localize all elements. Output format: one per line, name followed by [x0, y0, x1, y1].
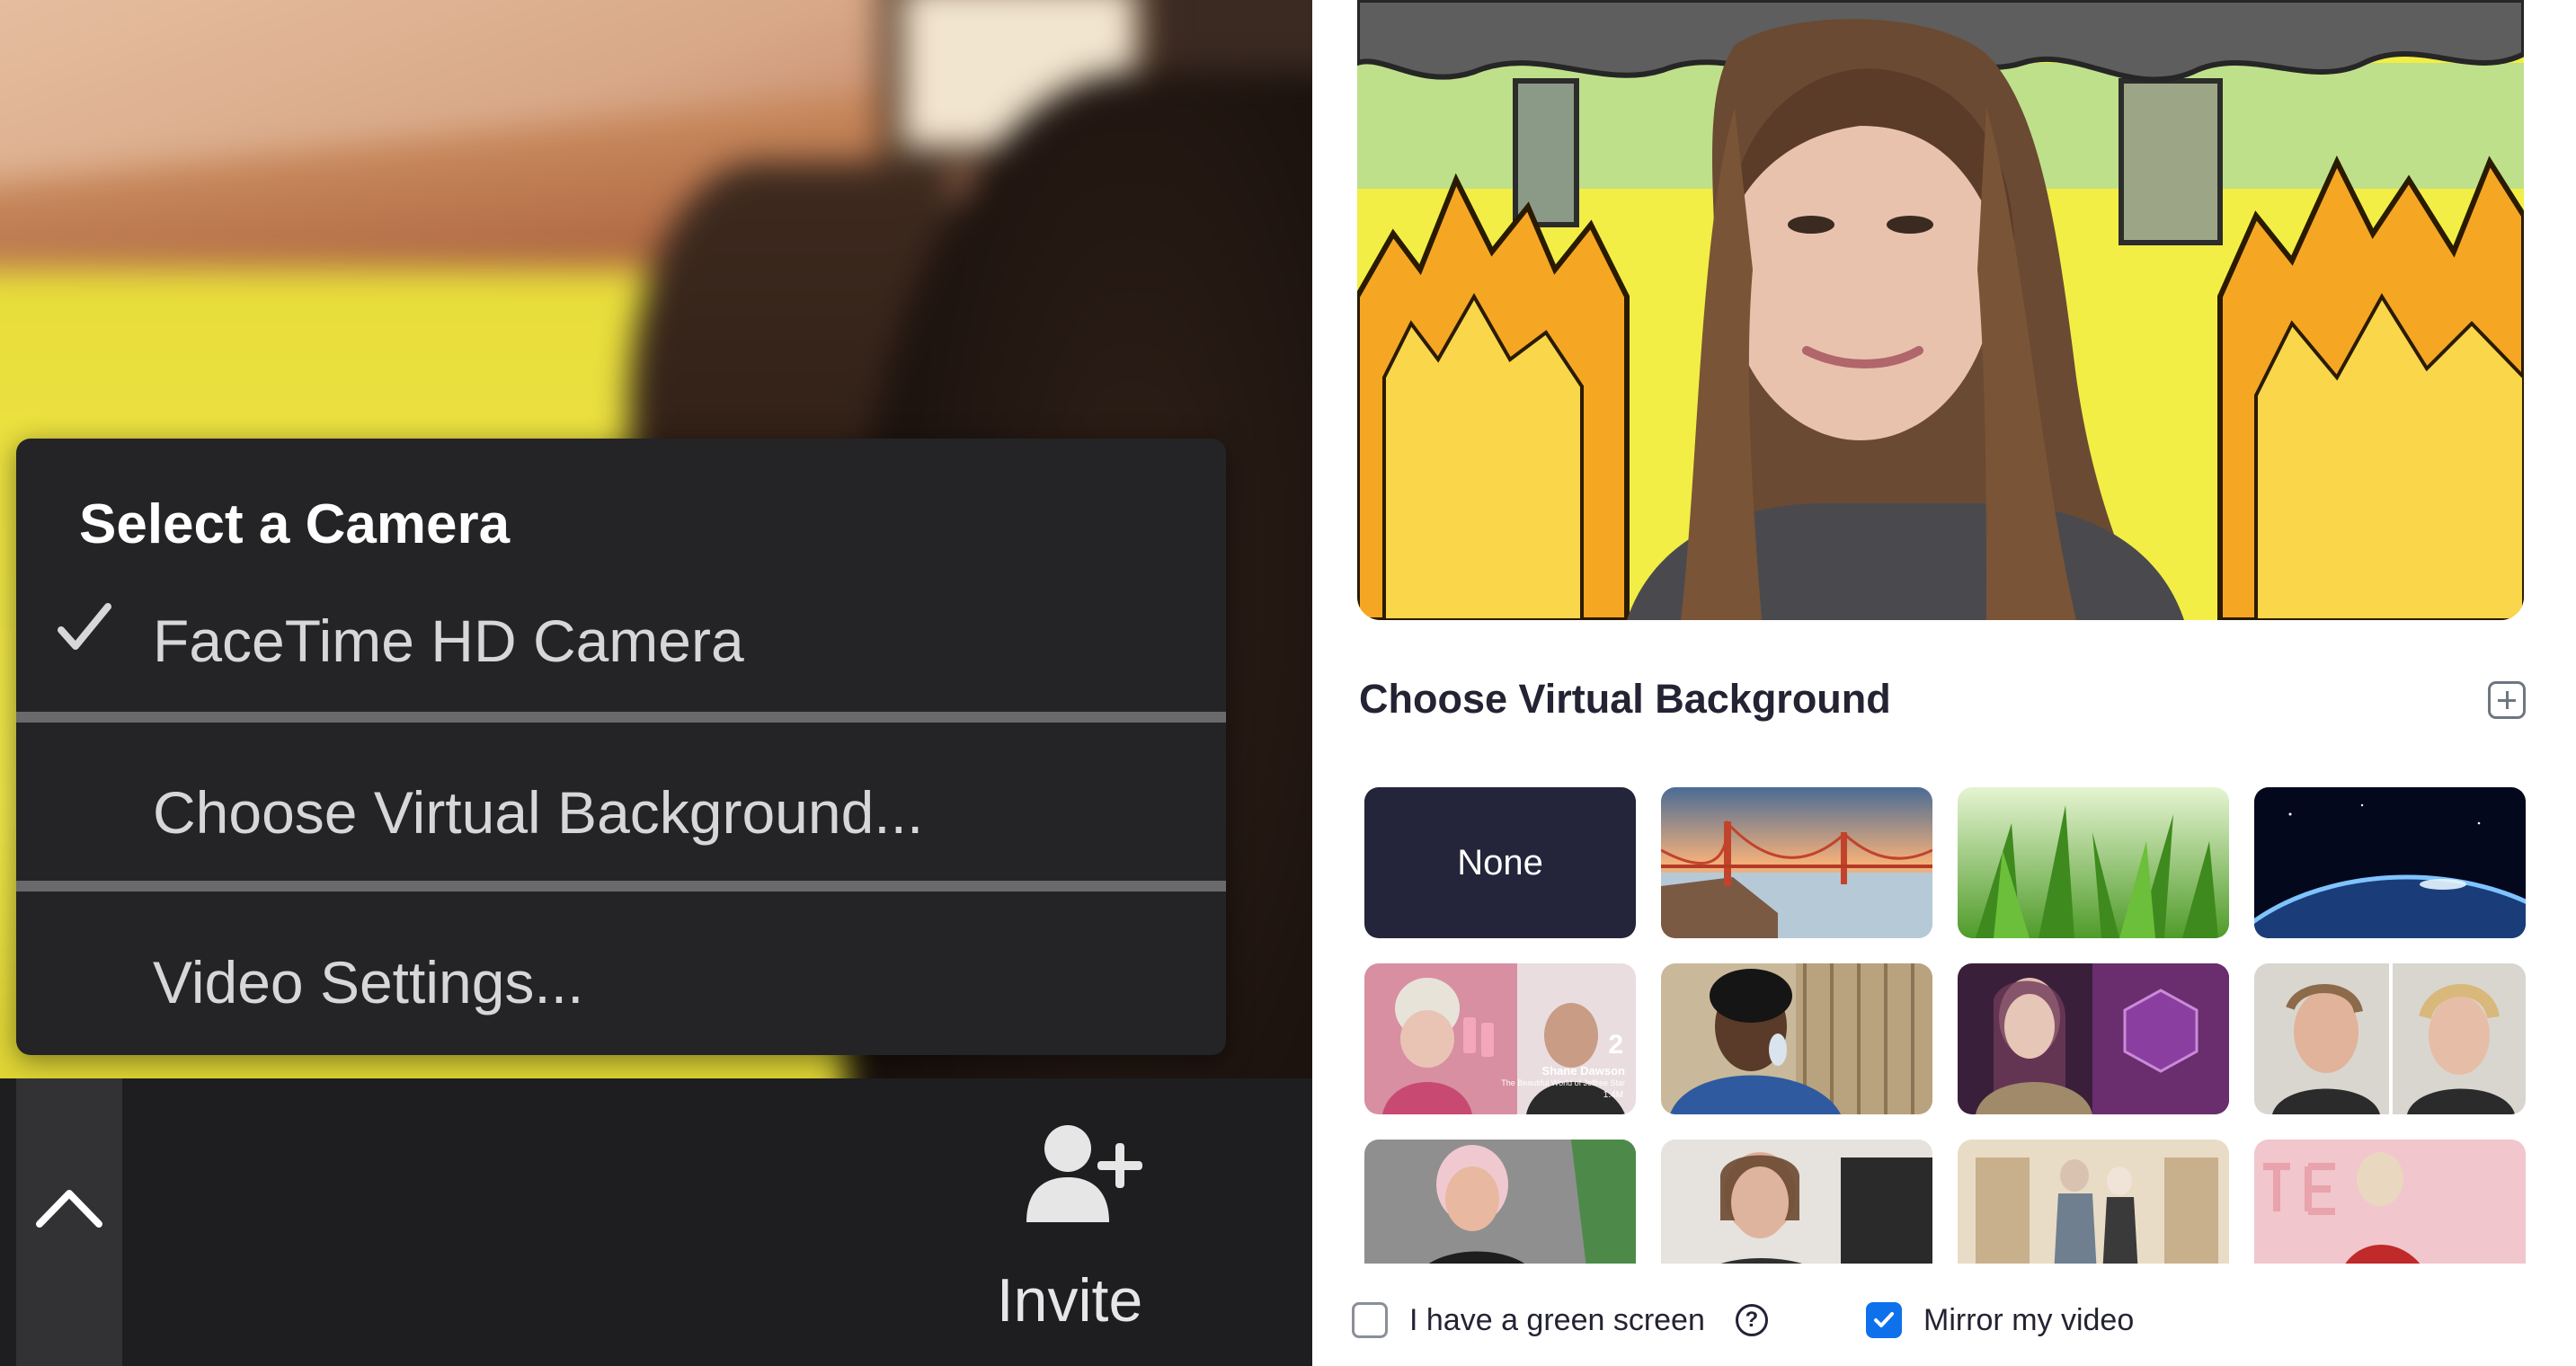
background-none-label: None: [1457, 842, 1543, 883]
video-options-button[interactable]: [16, 1078, 122, 1366]
background-pink-letters[interactable]: [2254, 1140, 2526, 1264]
green-screen-option: I have a green screen ?: [1352, 1299, 1768, 1341]
add-person-icon[interactable]: [1023, 1122, 1149, 1234]
thumbnail-like-count: 1.4M: [1603, 1090, 1623, 1100]
background-purple-set[interactable]: [1958, 963, 2229, 1114]
menu-item-facetime-camera[interactable]: FaceTime HD Camera: [153, 607, 744, 675]
help-icon[interactable]: ?: [1735, 1304, 1768, 1336]
thumbnail-video-title: The Beautiful World of Jeffree Star: [1501, 1078, 1625, 1087]
background-jeffree-shane-thumbnail[interactable]: 2 Shane Dawson The Beautiful World of Je…: [1364, 963, 1636, 1114]
add-background-icon[interactable]: [2488, 681, 2526, 719]
background-person-blue-robe[interactable]: [1661, 963, 1932, 1114]
green-screen-checkbox[interactable]: [1352, 1302, 1388, 1338]
checkbox-check-icon: [1874, 1312, 1894, 1327]
thumbnail-episode-number: 2: [1608, 1030, 1623, 1060]
background-hallway-pair[interactable]: [1958, 1140, 2229, 1264]
background-thumbnail-grid: None 2 Shane Dawson The Beautiful World …: [1364, 787, 2533, 1264]
mirror-video-option: Mirror my video: [1866, 1299, 2134, 1341]
mirror-video-label[interactable]: Mirror my video: [1923, 1303, 2134, 1338]
menu-item-video-settings[interactable]: Video Settings...: [153, 948, 583, 1016]
background-two-faces[interactable]: [2254, 963, 2526, 1114]
background-none[interactable]: None: [1364, 787, 1636, 938]
background-blonde-woman[interactable]: [1364, 1140, 1636, 1264]
video-preview: [1357, 0, 2524, 620]
camera-menu-title: Select a Camera: [79, 493, 511, 555]
chevron-up-icon: [36, 1190, 102, 1228]
choose-virtual-background-title: Choose Virtual Background: [1359, 676, 1891, 722]
checkmark-icon: [58, 600, 111, 667]
virtual-background-settings: Choose Virtual Background None 2 Shane D…: [1312, 0, 2576, 1366]
menu-item-choose-virtual-background[interactable]: Choose Virtual Background...: [153, 778, 923, 847]
mirror-video-checkbox[interactable]: [1866, 1302, 1902, 1338]
thumbnail-channel-name: Shane Dawson: [1541, 1064, 1625, 1078]
menu-divider: [16, 712, 1226, 723]
background-woman-couch[interactable]: [1661, 1140, 1932, 1264]
background-grass[interactable]: [1958, 787, 2229, 938]
green-screen-label[interactable]: I have a green screen: [1409, 1303, 1705, 1338]
invite-button-label[interactable]: Invite: [989, 1265, 1150, 1335]
menu-divider: [16, 881, 1226, 891]
background-earth-from-space[interactable]: [2254, 787, 2526, 938]
background-golden-gate[interactable]: [1661, 787, 1932, 938]
